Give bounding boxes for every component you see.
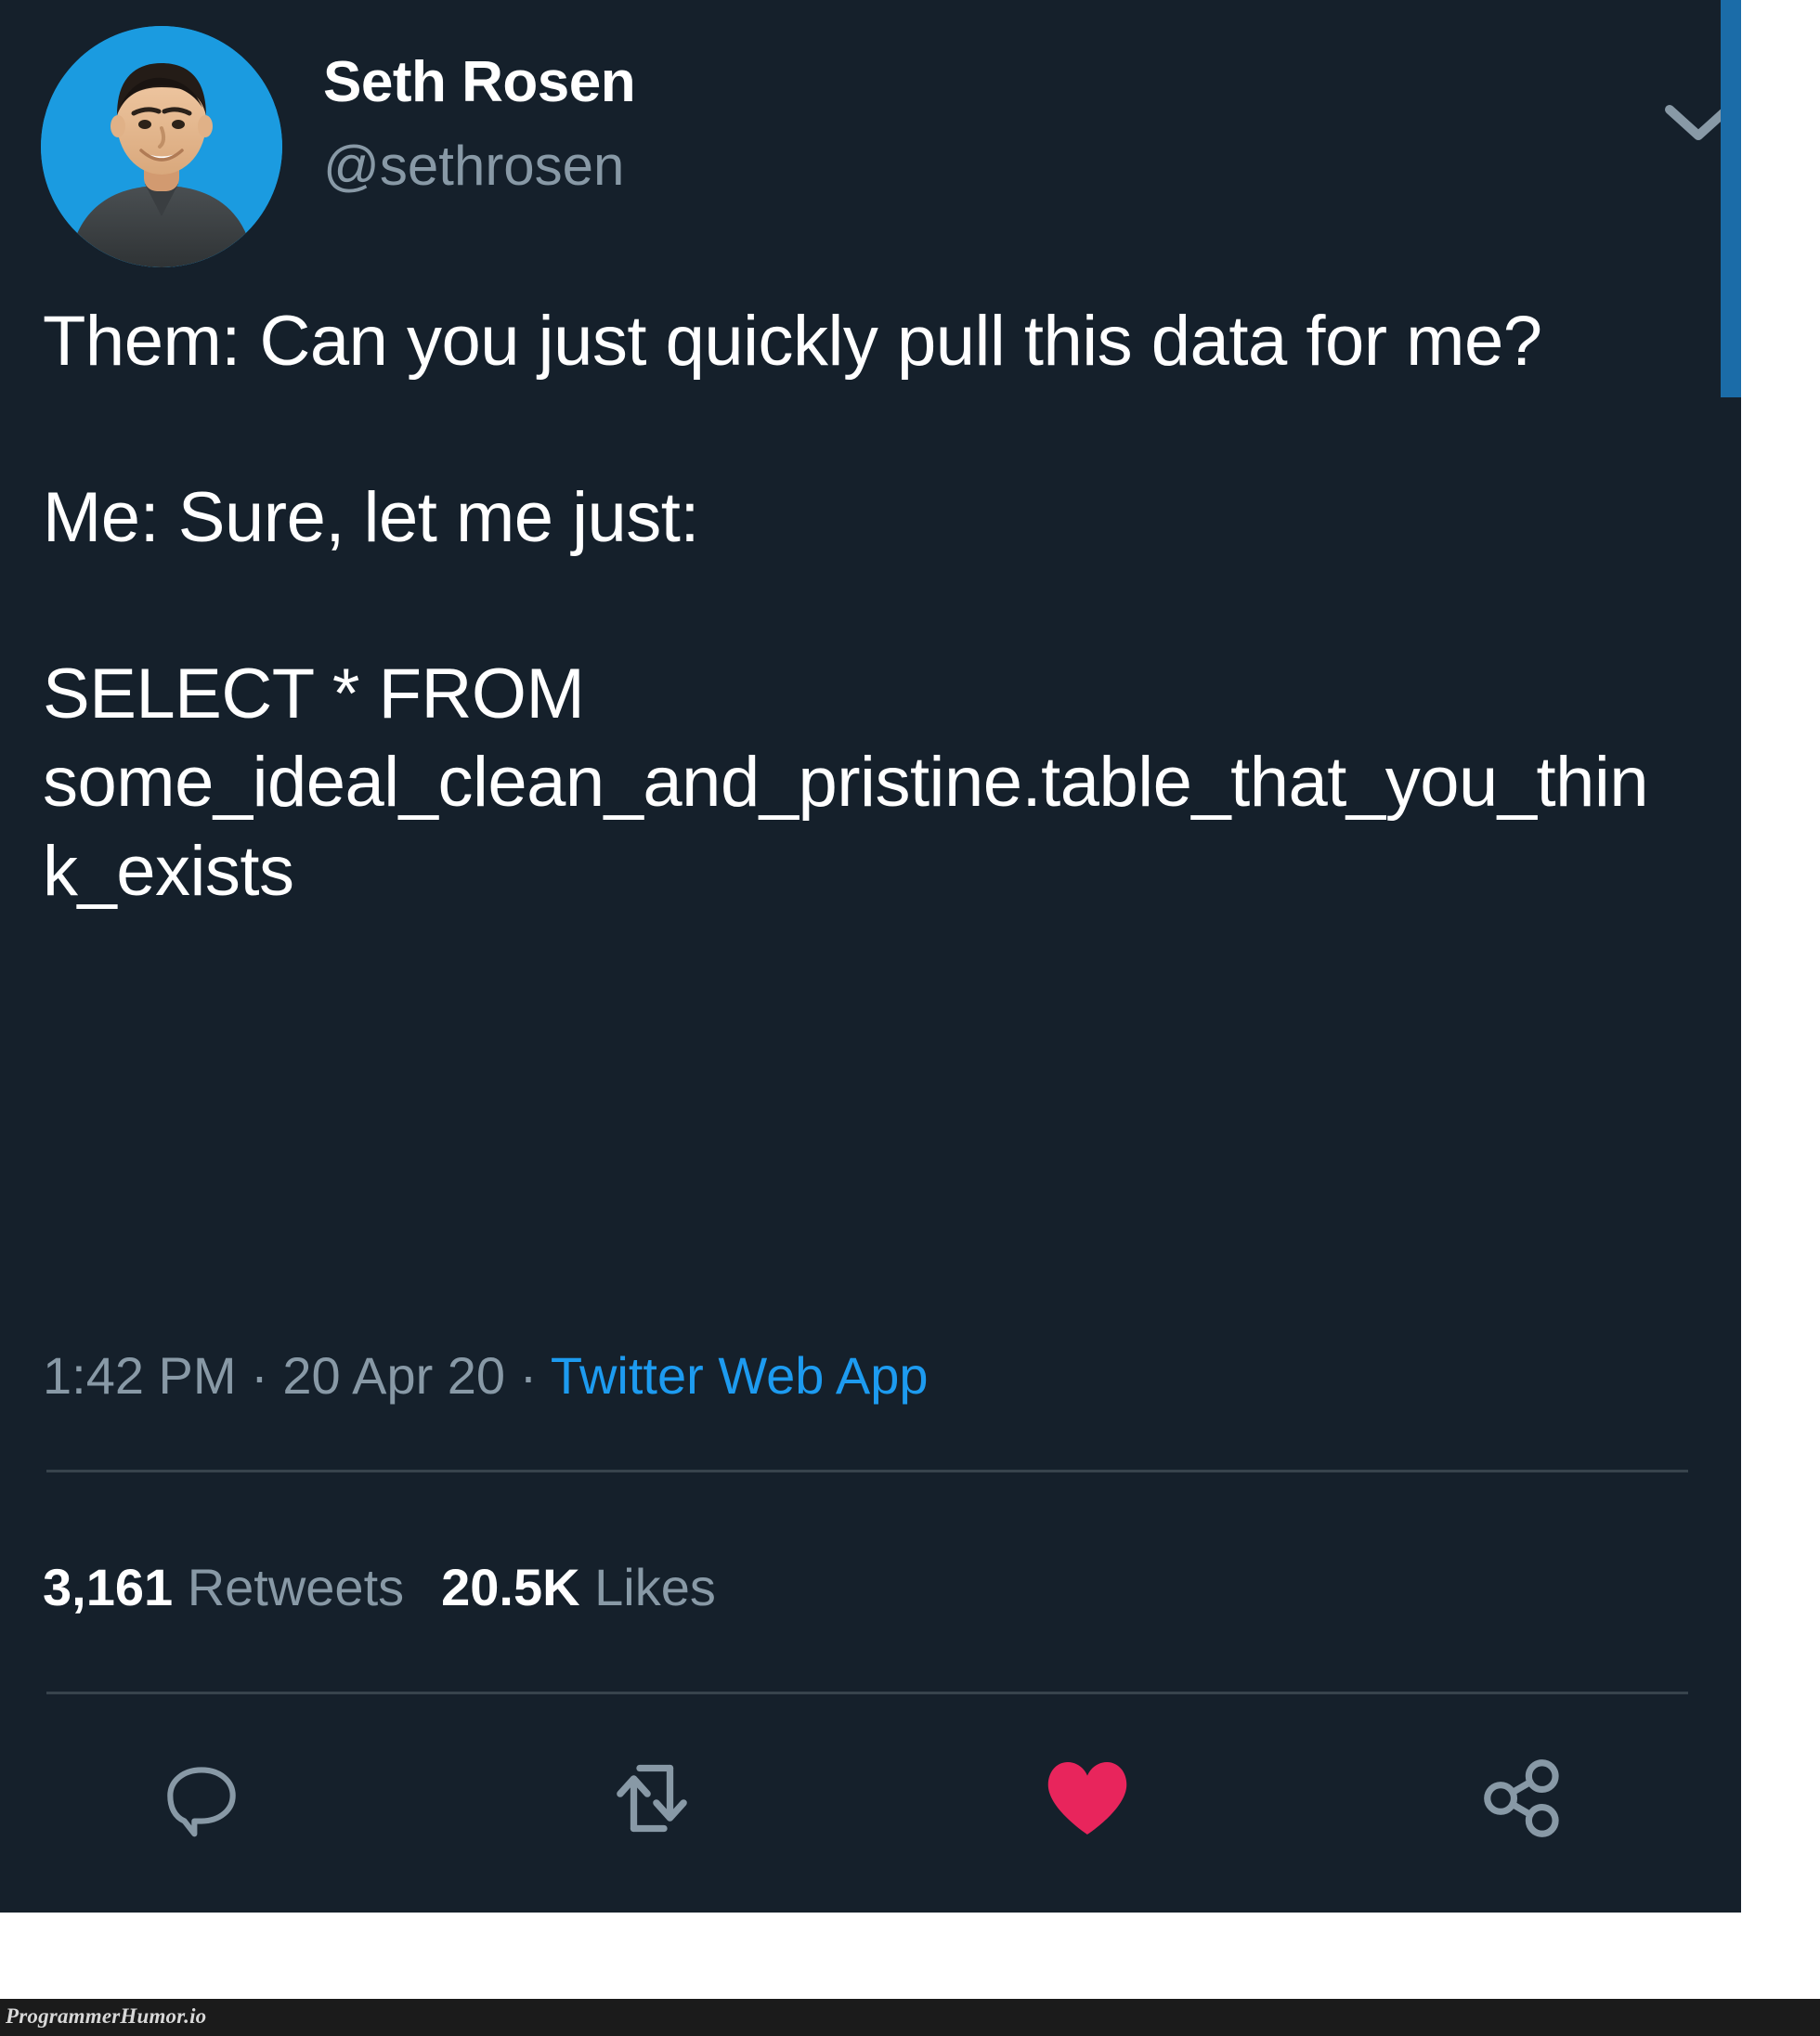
scrollbar-track[interactable] — [1721, 0, 1741, 1913]
retweets-count[interactable]: 3,161 — [43, 1558, 173, 1616]
tweet-date: 20 Apr 20 — [282, 1346, 506, 1405]
retweet-button[interactable] — [582, 1729, 722, 1868]
retweets-label[interactable]: Retweets — [173, 1558, 404, 1616]
divider-above-actions — [46, 1692, 1688, 1694]
tweet-meta: 1:42 PM · 20 Apr 20 · Twitter Web App — [43, 1344, 929, 1407]
share-icon — [1484, 1759, 1559, 1837]
retweet-icon — [617, 1764, 687, 1833]
meta-separator-2: · — [505, 1346, 551, 1405]
tweet-stats: 3,161 Retweets 20.5K Likes — [43, 1556, 716, 1618]
tweet-header: Seth Rosen @sethrosen — [41, 26, 1732, 267]
likes-count[interactable]: 20.5K — [441, 1558, 579, 1616]
divider-above-stats — [46, 1470, 1688, 1472]
watermark-bar: ProgrammerHumor.io — [0, 1999, 1820, 2036]
tweet-action-bar — [0, 1729, 1741, 1877]
tweet-source-link[interactable]: Twitter Web App — [551, 1346, 929, 1405]
share-button[interactable] — [1453, 1729, 1592, 1868]
reply-icon — [167, 1767, 236, 1837]
tweet-text-line-1: Them: Can you just quickly pull this dat… — [43, 302, 1542, 381]
tweet-text-line-2: Me: Sure, let me just: — [43, 477, 700, 557]
tweet-time: 1:42 PM — [43, 1346, 237, 1405]
reply-button[interactable] — [132, 1729, 271, 1868]
avatar[interactable] — [41, 26, 282, 267]
tweet-text-line-3: SELECT * FROM some_ideal_clean_and_prist… — [43, 654, 1649, 912]
display-name[interactable]: Seth Rosen — [323, 51, 636, 114]
tweet-card: Seth Rosen @sethrosen Them: Can you just… — [0, 0, 1741, 1913]
tweet-text: Them: Can you just quickly pull this dat… — [43, 297, 1677, 916]
avatar-image — [41, 26, 282, 267]
likes-label[interactable]: Likes — [580, 1558, 716, 1616]
meta-separator-1: · — [236, 1346, 283, 1405]
handle[interactable]: @sethrosen — [323, 135, 635, 197]
tweet-text-spacer-2 — [43, 563, 1677, 650]
author-name-block: Seth Rosen @sethrosen — [323, 51, 636, 197]
like-button[interactable] — [1018, 1729, 1157, 1868]
watermark-text: ProgrammerHumor.io — [6, 2004, 207, 2028]
tweet-text-spacer-1 — [43, 386, 1677, 473]
heart-icon — [1047, 1762, 1127, 1835]
scrollbar-thumb[interactable] — [1721, 0, 1741, 397]
